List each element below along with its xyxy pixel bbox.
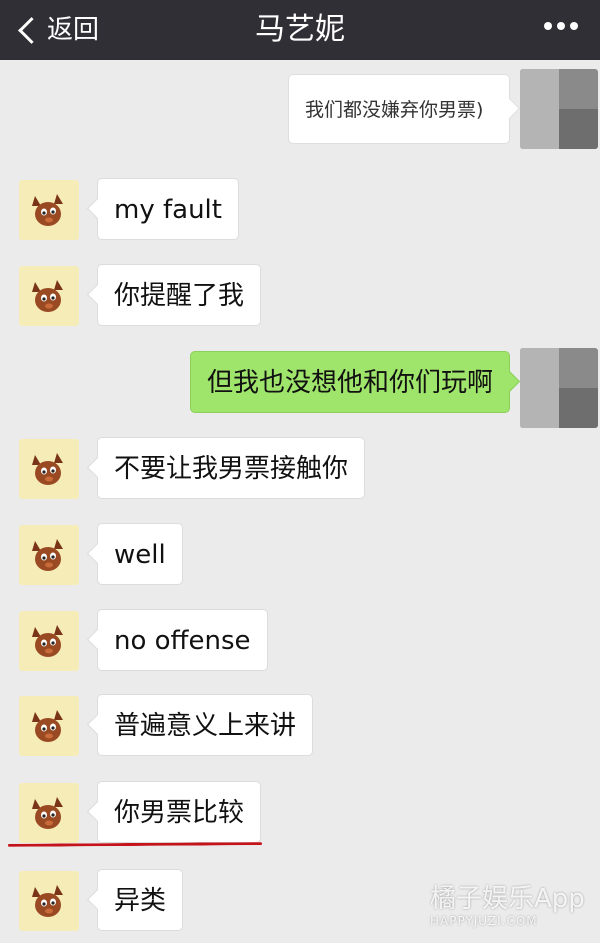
cat-avatar-icon: [32, 280, 63, 312]
message-row: 你提醒了我: [0, 264, 600, 328]
message-bubble-outgoing[interactable]: 但我也没想他和你们玩啊: [189, 351, 510, 413]
self-avatar[interactable]: [520, 69, 598, 149]
contact-avatar[interactable]: [19, 783, 79, 843]
cat-avatar-icon: [32, 194, 63, 226]
message-bubble-outgoing[interactable]: 我们都没嫌弃你男票): [288, 74, 510, 144]
top-bar: 返回 马艺妮: [0, 0, 600, 60]
message-bubble-incoming[interactable]: no offense: [97, 609, 268, 671]
contact-avatar[interactable]: [19, 180, 79, 240]
more-dot-icon: [544, 22, 552, 30]
message-bubble-incoming[interactable]: 你男票比较: [97, 781, 262, 843]
message-row: 你男票比较: [0, 781, 600, 845]
more-options-button[interactable]: [544, 22, 578, 30]
more-dot-icon: [557, 22, 565, 30]
watermark-domain: HAPPYJUZI.COM: [430, 914, 538, 928]
contact-avatar[interactable]: [19, 266, 79, 326]
message-bubble-incoming[interactable]: 你提醒了我: [97, 264, 262, 326]
message-bubble-incoming[interactable]: 普遍意义上来讲: [97, 694, 314, 756]
message-bubble-incoming[interactable]: my fault: [97, 178, 239, 240]
chat-area[interactable]: 我们都没嫌弃你男票) my fault 你提醒了我 但我也没想他和你们玩啊 不要…: [0, 60, 600, 943]
back-button[interactable]: 返回: [14, 10, 99, 50]
message-row: my fault: [0, 178, 600, 242]
watermark: 橘子娱乐App HAPPYJUZI.COM: [430, 884, 598, 928]
message-bubble-incoming[interactable]: 异类: [97, 869, 184, 931]
self-avatar[interactable]: [520, 348, 598, 428]
message-row: 但我也没想他和你们玩啊: [0, 348, 600, 428]
chat-title: 马艺妮: [255, 12, 345, 47]
cat-avatar-icon: [32, 885, 63, 917]
cat-avatar-icon: [32, 710, 63, 742]
message-row: no offense: [0, 609, 600, 673]
more-dot-icon: [570, 22, 578, 30]
message-bubble-incoming[interactable]: 不要让我男票接触你: [97, 437, 366, 499]
contact-avatar[interactable]: [19, 871, 79, 931]
contact-avatar[interactable]: [19, 439, 79, 499]
watermark-brand: 橘子娱乐App: [430, 884, 585, 914]
message-row: well: [0, 523, 600, 587]
cat-avatar-icon: [32, 539, 63, 571]
chevron-left-icon: [18, 16, 45, 44]
cat-avatar-icon: [32, 453, 63, 485]
back-label: 返回: [47, 15, 100, 45]
message-row: 我们都没嫌弃你男票): [0, 69, 600, 149]
message-row: 不要让我男票接触你: [0, 437, 600, 501]
contact-avatar[interactable]: [19, 525, 79, 585]
contact-avatar[interactable]: [19, 611, 79, 671]
message-bubble-incoming[interactable]: well: [97, 523, 183, 585]
contact-avatar[interactable]: [19, 696, 79, 756]
message-row: 普遍意义上来讲: [0, 694, 600, 758]
cat-avatar-icon: [32, 625, 63, 657]
cat-avatar-icon: [32, 797, 63, 829]
